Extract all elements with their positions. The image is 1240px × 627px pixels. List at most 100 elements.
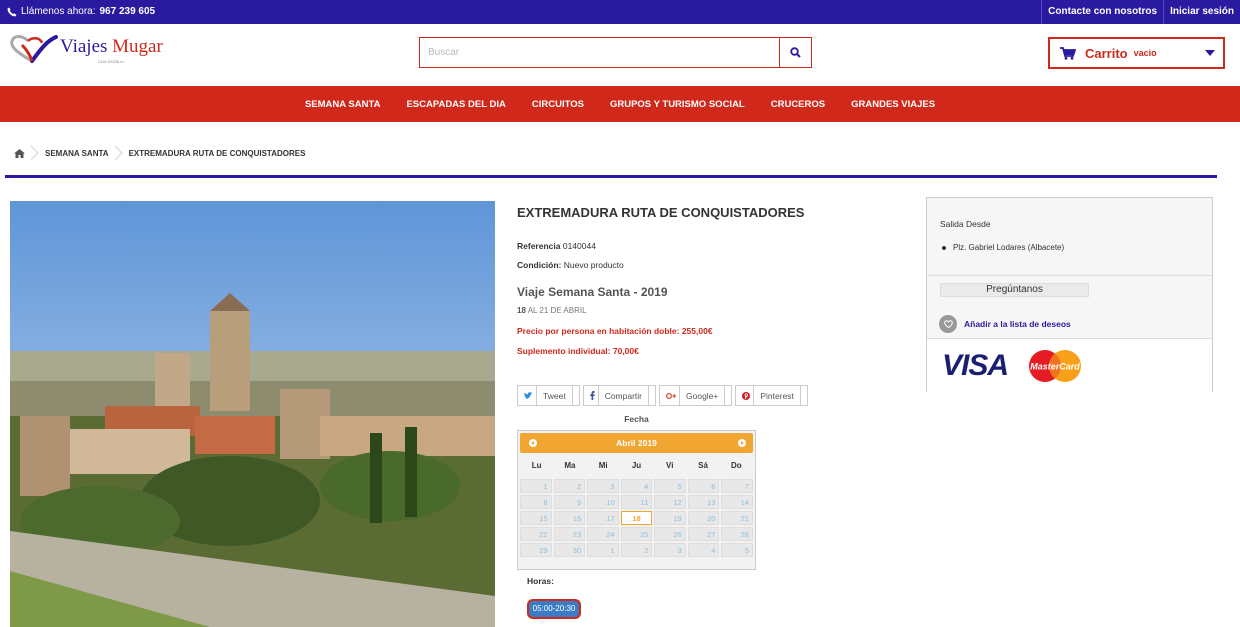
calendar-day[interactable]: 20: [687, 511, 720, 525]
departure-box: Salida Desde Plz. Gabriel Lodares (Albac…: [926, 197, 1213, 392]
trip-dates: 18 AL 21 DE ABRIL: [517, 306, 587, 315]
hour-slot-button[interactable]: 05:00-20:30: [527, 599, 581, 619]
main-nav: SEMANA SANTA ESCAPADAS DEL DIA CIRCUITOS…: [0, 86, 1240, 122]
nav-item-circuitos[interactable]: CIRCUITOS: [519, 99, 597, 110]
calendar-day[interactable]: 6: [687, 479, 720, 493]
calendar-month: Abril 2019: [616, 438, 657, 448]
login-link[interactable]: Iniciar sesión: [1163, 0, 1240, 24]
calendar-day[interactable]: 10: [587, 495, 619, 509]
calendar-day[interactable]: 28: [721, 527, 753, 541]
ask-button[interactable]: Pregúntanos: [940, 283, 1089, 297]
nav-item-grupos[interactable]: GRUPOS Y TURISMO SOCIAL: [597, 99, 758, 110]
calendar-day[interactable]: 3: [587, 479, 619, 493]
product-photo[interactable]: [10, 201, 495, 627]
search-input[interactable]: [420, 38, 779, 67]
logo-license: CLM-02338-m: [98, 59, 124, 64]
product-condition: Condición: Nuevo producto: [517, 260, 624, 270]
logo-word-1: Viajes: [60, 36, 108, 57]
logo-word-2: Mugar: [112, 36, 163, 57]
calendar-day[interactable]: 29: [520, 543, 552, 557]
heart-icon: [939, 315, 957, 333]
trip-date-day: 18: [517, 306, 526, 315]
nav-item-escapadas[interactable]: ESCAPADAS DEL DIA: [393, 99, 518, 110]
calendar-weekdays: Lu Ma Mi Ju Vi Sá Do: [520, 461, 753, 470]
calendar-day[interactable]: 17: [587, 511, 619, 525]
nav-item-semana-santa[interactable]: SEMANA SANTA: [292, 99, 393, 110]
product-info: EXTREMADURA RUTA DE CONQUISTADORES Refer…: [517, 205, 817, 356]
calendar-day[interactable]: 4: [687, 543, 720, 557]
calendar-day[interactable]: 30: [553, 543, 586, 557]
pinterest-button[interactable]: Pinterest: [735, 385, 808, 406]
calendar-day[interactable]: 2: [553, 479, 586, 493]
tweet-label: Tweet: [536, 385, 573, 406]
share-label: Compartir: [597, 385, 649, 406]
twitter-icon: [524, 391, 533, 399]
date-label: Fecha: [624, 414, 649, 424]
calendar-day[interactable]: 1: [587, 543, 619, 557]
trip-date-range: AL 21 DE ABRIL: [527, 306, 587, 315]
calendar-day[interactable]: 25: [620, 527, 653, 541]
calendar-day[interactable]: 14: [721, 495, 753, 509]
search-icon: [790, 47, 801, 58]
breadcrumb-item-semana-santa[interactable]: SEMANA SANTA: [45, 149, 109, 158]
weekday-header: Sá: [698, 461, 708, 470]
calendar-day[interactable]: 18: [620, 511, 653, 525]
phone-number[interactable]: 967 239 605: [100, 6, 156, 17]
calendar-day[interactable]: 16: [553, 511, 586, 525]
home-icon[interactable]: [14, 148, 25, 158]
google-plus-button[interactable]: Google+: [659, 385, 733, 406]
divider: [5, 175, 1217, 178]
breadcrumb: SEMANA SANTA EXTREMADURA RUTA DE CONQUIS…: [14, 145, 305, 161]
calendar-day[interactable]: 5: [654, 479, 686, 493]
nav-item-cruceros[interactable]: CRUCEROS: [758, 99, 838, 110]
wishlist-link[interactable]: Añadir a la lista de deseos: [939, 315, 1071, 333]
calendar-day[interactable]: 12: [654, 495, 686, 509]
breadcrumb-separator: [30, 145, 39, 161]
cart-status: vacio: [1133, 48, 1157, 58]
calendar-day[interactable]: 23: [553, 527, 586, 541]
calendar-day[interactable]: 5: [721, 543, 753, 557]
svg-text:MasterCard: MasterCard: [1030, 362, 1080, 372]
calendar-day[interactable]: 27: [687, 527, 720, 541]
calendar-day[interactable]: 24: [587, 527, 619, 541]
price-supplement: Suplemento individual: 70,00€: [517, 346, 639, 356]
calendar-days: 1 2 3 4 5 6 7 8 9 10 11 12 13 14 15 16 17 18 19 20 21 22 23 24 2…: [520, 479, 753, 557]
pinterest-label: Pinterest: [753, 385, 801, 406]
condition-value: Nuevo producto: [563, 260, 624, 270]
pinterest-icon: [742, 391, 751, 400]
calendar-day[interactable]: 7: [721, 479, 753, 493]
next-month-icon[interactable]: [738, 439, 746, 447]
weekday-header: Ju: [631, 461, 642, 470]
google-plus-label: Google+: [679, 385, 726, 406]
calendar-day[interactable]: 13: [687, 495, 720, 509]
contact-link[interactable]: Contacte con nosotros: [1041, 0, 1163, 24]
search-button[interactable]: [779, 38, 811, 67]
calendar-day[interactable]: 22: [520, 527, 552, 541]
cart-button[interactable]: Carrito vacio: [1048, 37, 1225, 69]
chevron-down-icon: [1205, 50, 1215, 56]
cart-label: Carrito: [1085, 45, 1128, 61]
calendar-day[interactable]: 1: [520, 479, 552, 493]
weekday-header: Do: [730, 461, 742, 470]
calendar-day[interactable]: 19: [654, 511, 686, 525]
calendar-day[interactable]: 26: [654, 527, 686, 541]
phone-info[interactable]: Llámenos ahora: 967 239 605: [7, 6, 155, 17]
calendar-day[interactable]: 8: [520, 495, 552, 509]
share-button[interactable]: Compartir: [582, 385, 656, 406]
bullet-icon: [942, 245, 946, 250]
visa-logo: VISA: [942, 349, 1009, 382]
calendar-day[interactable]: 11: [620, 495, 653, 509]
departure-section: Salida Desde Plz. Gabriel Lodares (Albac…: [927, 198, 1212, 276]
reference-label: Referencia: [517, 241, 561, 251]
calendar-day[interactable]: 9: [553, 495, 586, 509]
calendar-day[interactable]: 15: [520, 511, 552, 525]
tweet-button[interactable]: Tweet: [517, 385, 580, 406]
calendar-day[interactable]: 21: [721, 511, 753, 525]
nav-item-grandes-viajes[interactable]: GRANDES VIAJES: [838, 99, 948, 110]
site-logo[interactable]: Viajes Mugar CLM-02338-m: [8, 33, 178, 69]
search-bar: [419, 37, 812, 68]
calendar-header: Abril 2019: [520, 433, 753, 453]
calendar-day[interactable]: 4: [620, 479, 653, 493]
calendar-day[interactable]: 3: [654, 543, 686, 557]
calendar-day[interactable]: 2: [620, 543, 653, 557]
